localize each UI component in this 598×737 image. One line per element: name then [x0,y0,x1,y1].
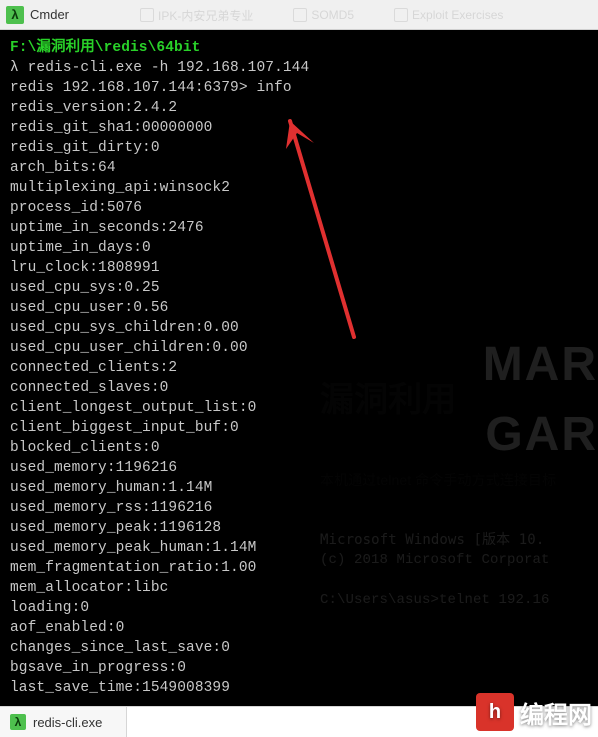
tab-redis-cli[interactable]: λ redis-cli.exe [0,707,127,737]
prompt-command-line: λ redis-cli.exe -h 192.168.107.144 [10,58,588,78]
tab-label: redis-cli.exe [33,715,102,730]
output-line: redis_git_sha1:00000000 [10,118,588,138]
output-line: last_save_time:1549008399 [10,678,588,698]
output-line: used_memory_rss:1196216 [10,498,588,518]
output-line: changes_since_last_save:0 [10,638,588,658]
output-line: connected_clients:2 [10,358,588,378]
redis-prompt-line: redis 192.168.107.144:6379> info [10,78,588,98]
output-line: used_memory_peak:1196128 [10,518,588,538]
prompt-path: F:\漏洞利用\redis\64bit [10,38,588,58]
output-line: client_biggest_input_buf:0 [10,418,588,438]
terminal-output[interactable]: MAR 漏洞利用 GAR 本机通过telnet 命令手动方式连接目标 Micro… [0,30,598,706]
window-title: Cmder [30,7,69,22]
redis-info-output: redis_version:2.4.2redis_git_sha1:000000… [10,98,588,698]
output-line: mem_fragmentation_ratio:1.00 [10,558,588,578]
output-line: loading:0 [10,598,588,618]
output-line: used_cpu_user:0.56 [10,298,588,318]
output-line: multiplexing_api:winsock2 [10,178,588,198]
app-icon: λ [6,6,24,24]
window-title-bar: λ Cmder IPK-内安兄弟专业 SOMD5 Exploit Exercis… [0,0,598,30]
tab-bar: λ redis-cli.exe [0,706,598,737]
output-line: uptime_in_seconds:2476 [10,218,588,238]
output-line: redis_version:2.4.2 [10,98,588,118]
output-line: uptime_in_days:0 [10,238,588,258]
output-line: arch_bits:64 [10,158,588,178]
output-line: connected_slaves:0 [10,378,588,398]
output-line: used_memory_human:1.14M [10,478,588,498]
output-line: used_memory_peak_human:1.14M [10,538,588,558]
tab-icon: λ [10,714,26,730]
output-line: used_cpu_user_children:0.00 [10,338,588,358]
output-line: bgsave_in_progress:0 [10,658,588,678]
output-line: aof_enabled:0 [10,618,588,638]
output-line: used_memory:1196216 [10,458,588,478]
ghost-background-menu: IPK-内安兄弟专业 SOMD5 Exploit Exercises [100,0,598,30]
output-line: client_longest_output_list:0 [10,398,588,418]
output-line: lru_clock:1808991 [10,258,588,278]
output-line: blocked_clients:0 [10,438,588,458]
output-line: redis_git_dirty:0 [10,138,588,158]
output-line: used_cpu_sys_children:0.00 [10,318,588,338]
output-line: process_id:5076 [10,198,588,218]
output-line: used_cpu_sys:0.25 [10,278,588,298]
output-line: mem_allocator:libc [10,578,588,598]
